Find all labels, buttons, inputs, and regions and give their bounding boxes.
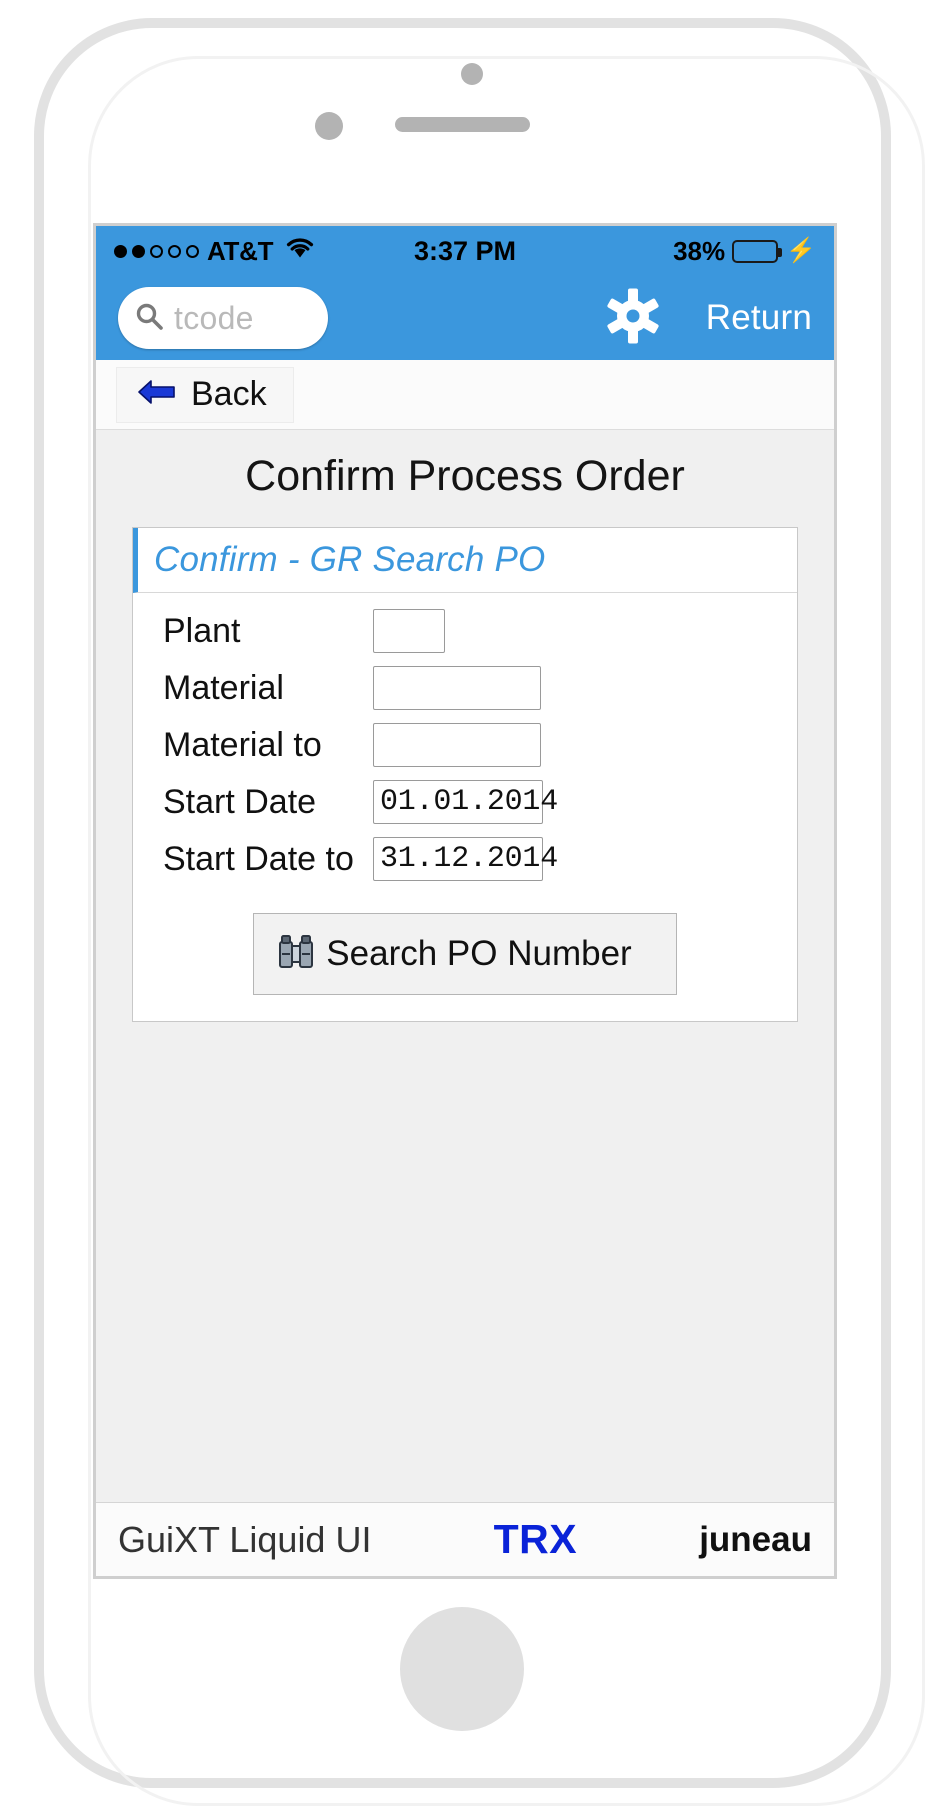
battery-percent-label: 38% (673, 236, 725, 267)
front-camera-icon (315, 112, 343, 140)
start-date-input[interactable]: 01.01.2014 (373, 780, 543, 824)
screenshot-root: AT&T 3:37 PM 38% ⚡ (0, 0, 925, 1807)
navigation-bar: Back (96, 360, 834, 430)
field-label-material: Material (133, 669, 373, 708)
form-row-start-date-to: Start Date to 31.12.2014 (133, 835, 797, 883)
search-po-number-button[interactable]: Search PO Number (253, 913, 677, 995)
footer-system-label: juneau (699, 1520, 812, 1560)
signal-strength-icon (114, 245, 199, 258)
back-button-label: Back (191, 375, 267, 414)
footer-brand-label: GuiXT Liquid UI (118, 1519, 371, 1561)
field-label-start-date: Start Date (133, 783, 373, 822)
lightning-bolt-icon: ⚡ (786, 239, 816, 263)
earpiece-speaker (395, 117, 530, 132)
action-button-container: Search PO Number (133, 913, 797, 995)
card-header-label: Confirm - GR Search PO (154, 540, 545, 579)
search-form: Plant Material Material to Start Date 01… (133, 593, 797, 1021)
gear-icon[interactable] (604, 287, 662, 350)
carrier-name: AT&T (207, 236, 273, 267)
material-to-input[interactable] (373, 723, 541, 767)
search-input-placeholder: tcode (174, 300, 254, 337)
plant-input[interactable] (373, 609, 445, 653)
field-label-plant: Plant (133, 612, 373, 651)
status-bar-left: AT&T (114, 236, 315, 267)
status-footer: GuiXT Liquid UI TRX juneau (96, 1502, 834, 1576)
form-row-start-date: Start Date 01.01.2014 (133, 778, 797, 826)
phone-screen: AT&T 3:37 PM 38% ⚡ (93, 223, 837, 1579)
search-icon (134, 301, 164, 336)
binoculars-icon (276, 932, 316, 977)
field-label-start-date-to: Start Date to (133, 840, 373, 879)
page-title: Confirm Process Order (96, 430, 834, 527)
start-date-to-input[interactable]: 31.12.2014 (373, 837, 543, 881)
footer-center: TRX (371, 1516, 699, 1563)
home-button[interactable] (400, 1607, 524, 1731)
card-header: Confirm - GR Search PO (133, 528, 797, 593)
status-bar-right: 38% ⚡ (673, 236, 816, 267)
app-toolbar: tcode Return (96, 276, 834, 360)
ios-status-bar: AT&T 3:37 PM 38% ⚡ (96, 226, 834, 276)
proximity-sensor-icon (461, 63, 483, 85)
field-label-material-to: Material to (133, 726, 373, 765)
content-filler (96, 1022, 834, 1352)
form-row-material-to: Material to (133, 721, 797, 769)
search-po-number-label: Search PO Number (316, 934, 676, 974)
material-input[interactable] (373, 666, 541, 710)
back-button[interactable]: Back (116, 367, 294, 423)
wifi-icon (285, 236, 315, 267)
tcode-search-field[interactable]: tcode (118, 287, 328, 349)
form-row-material: Material (133, 664, 797, 712)
return-button[interactable]: Return (706, 298, 812, 338)
battery-icon (732, 240, 778, 263)
search-form-card: Confirm - GR Search PO Plant Material Ma… (132, 527, 798, 1022)
footer-trx-label: TRX (494, 1516, 578, 1562)
form-row-plant: Plant (133, 607, 797, 655)
arrow-left-icon (137, 377, 177, 412)
